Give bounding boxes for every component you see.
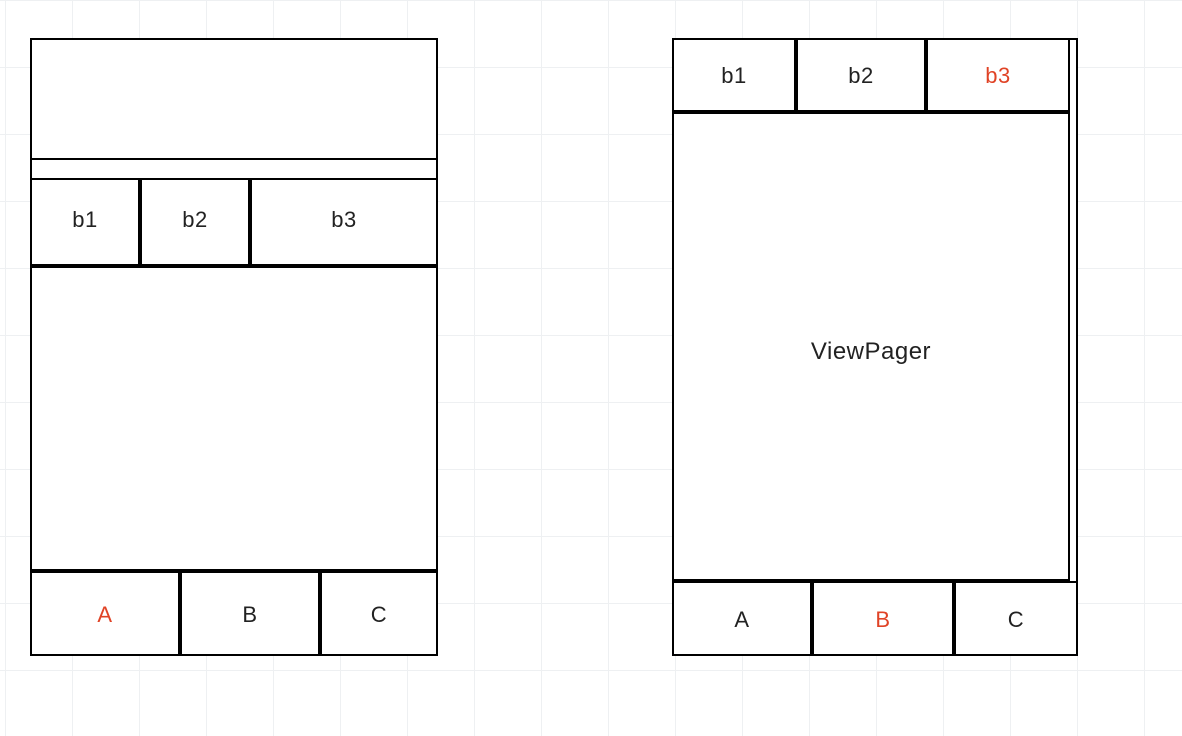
right-bottom-a-label: A	[672, 607, 812, 633]
left-tab-b3-label: b3	[250, 207, 438, 233]
right-bottom-b-label: B	[812, 607, 954, 633]
left-tab-b1-label: b1	[30, 207, 140, 233]
left-content	[30, 266, 438, 571]
left-tab-b2-label: b2	[140, 207, 250, 233]
left-header	[30, 38, 438, 160]
right-content-label: ViewPager	[672, 338, 1070, 366]
left-bottom-c-label: C	[320, 602, 438, 628]
right-tab-b1-label: b1	[672, 63, 796, 89]
left-bottom-b-label: B	[180, 602, 320, 628]
left-bottom-a-label: A	[30, 602, 180, 628]
right-bottom-c-label: C	[954, 607, 1078, 633]
right-tab-b3-label: b3	[926, 63, 1070, 89]
right-tab-b2-label: b2	[796, 63, 926, 89]
